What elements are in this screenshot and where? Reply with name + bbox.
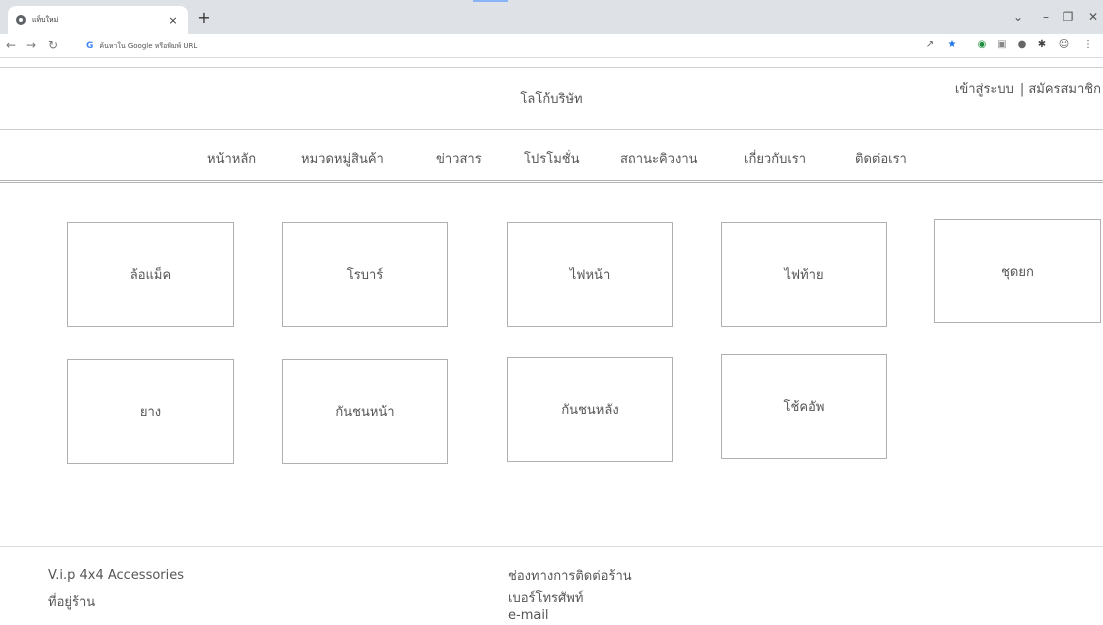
nav-contact[interactable]: ติดต่อเรา <box>855 148 907 169</box>
profile-icon[interactable]: ☺ <box>1058 39 1070 51</box>
footer-address-label: ที่อยู่ร้าน <box>48 595 96 610</box>
nav-about[interactable]: เกี่ยวกับเรา <box>744 148 806 169</box>
close-window-icon[interactable]: ✕ <box>1085 10 1101 24</box>
tab-indicator <box>473 0 508 2</box>
nav-categories[interactable]: หมวดหมู่สินค้า <box>301 148 384 169</box>
tab-search-icon[interactable]: ⌄ <box>1010 10 1026 24</box>
login-link[interactable]: เข้าสู่ระบบ <box>955 82 1014 97</box>
tab-new-tab[interactable]: แท็บใหม่ × <box>8 6 188 34</box>
tab-title: แท็บใหม่ <box>32 15 59 24</box>
footer-shop-name: V.i.p 4x4 Accessories <box>48 568 185 583</box>
nav-news[interactable]: ข่าวสาร <box>436 148 482 169</box>
category-headlights[interactable]: ไฟหน้า <box>507 222 673 327</box>
extension-green-icon[interactable]: ◉ <box>976 39 988 51</box>
nav-queue-status[interactable]: สถานะคิวงาน <box>620 148 698 169</box>
category-front-bumper[interactable]: กันชนหน้า <box>282 359 448 464</box>
site-header: โลโก้บริษัท เข้าสู่ระบบ | สมัครสมาชิก <box>0 67 1103 130</box>
auth-links: เข้าสู่ระบบ | สมัครสมาชิก <box>955 78 1101 99</box>
category-lift-kit[interactable]: ชุดยก <box>934 219 1101 323</box>
category-tires[interactable]: ยาง <box>67 359 234 464</box>
auth-separator: | <box>1019 82 1025 97</box>
maximize-icon[interactable]: ❐ <box>1060 10 1076 24</box>
nav-promotions[interactable]: โปรโมชั่น <box>524 148 579 169</box>
footer-contact-heading: ช่องทางการติดต่อร้าน <box>508 569 632 584</box>
category-rear-bumper[interactable]: กันชนหลัง <box>507 357 673 462</box>
register-link[interactable]: สมัครสมาชิก <box>1028 82 1101 97</box>
address-bar[interactable]: G ค้นหาใน Google หรือพิมพ์ URL <box>86 37 966 55</box>
site-footer: V.i.p 4x4 Accessories ที่อยู่ร้าน ช่องทา… <box>0 546 1103 625</box>
chrome-favicon-icon <box>16 15 26 25</box>
reload-icon[interactable]: ↻ <box>46 38 60 52</box>
main-navigation: หน้าหลัก หมวดหมู่สินค้า ข่าวสาร โปรโมชั่… <box>0 130 1103 183</box>
extension-circle-icon[interactable]: ● <box>1016 39 1028 51</box>
footer-phone-label: เบอร์โทรศัพท์ <box>508 591 584 606</box>
category-shock-absorbers[interactable]: โช้คอัพ <box>721 354 887 459</box>
tab-close-icon[interactable]: × <box>166 14 180 27</box>
bookmark-star-icon[interactable]: ★ <box>946 39 958 51</box>
browser-tabstrip: แท็บใหม่ × + ⌄ – ❐ ✕ <box>0 0 1103 34</box>
extensions-puzzle-icon[interactable]: ✱ <box>1036 39 1048 51</box>
extension-pdf-icon[interactable]: ▣ <box>996 39 1008 51</box>
google-icon: G <box>86 41 94 51</box>
back-icon[interactable]: ← <box>4 38 18 52</box>
browser-toolbar: ← → ↻ G ค้นหาใน Google หรือพิมพ์ URL ↗ ★… <box>0 34 1103 58</box>
company-logo[interactable]: โลโก้บริษัท <box>0 88 1103 109</box>
new-tab-button[interactable]: + <box>196 10 212 26</box>
minimize-icon[interactable]: – <box>1038 10 1054 24</box>
share-icon[interactable]: ↗ <box>924 39 936 51</box>
forward-icon[interactable]: → <box>24 38 38 52</box>
menu-dots-icon[interactable]: ⋮ <box>1082 39 1094 51</box>
category-roll-bar[interactable]: โรบาร์ <box>282 222 448 327</box>
category-mag-wheels[interactable]: ล้อแม็ค <box>67 222 234 327</box>
category-taillights[interactable]: ไฟท้าย <box>721 222 887 327</box>
address-placeholder: ค้นหาใน Google หรือพิมพ์ URL <box>99 41 198 50</box>
nav-home[interactable]: หน้าหลัก <box>207 148 256 169</box>
footer-email-label: e-mail <box>508 608 549 623</box>
